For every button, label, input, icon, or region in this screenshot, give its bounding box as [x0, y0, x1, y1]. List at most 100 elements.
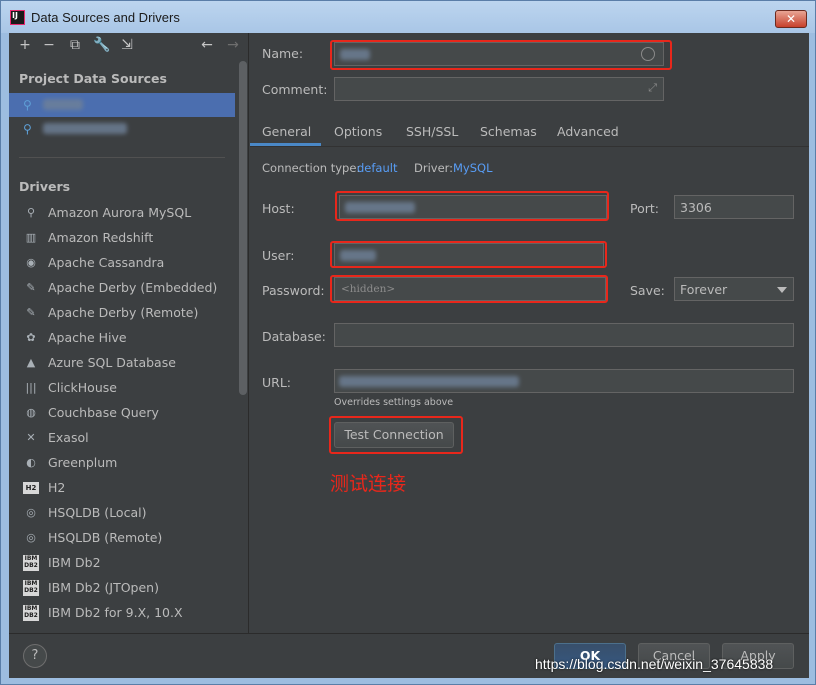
highlight-box — [330, 40, 672, 70]
driver-label: Exasol — [48, 430, 89, 445]
save-value: Forever — [680, 282, 728, 297]
mysql-icon: ⚲ — [23, 98, 32, 112]
mysql-icon: ⚲ — [23, 122, 32, 136]
highlight-box — [330, 275, 608, 303]
password-label: Password: — [262, 283, 325, 298]
driver-link[interactable]: MySQL — [453, 161, 493, 175]
cassandra-icon: ◉ — [26, 256, 36, 269]
driver-label: IBM Db2 for 9.X, 10.X — [48, 605, 183, 620]
port-field[interactable]: 3306 — [674, 195, 794, 219]
driver-item[interactable]: ▲ Azure SQL Database — [9, 351, 235, 376]
data-source-item[interactable]: ⚲ — [9, 117, 235, 141]
highlight-box — [335, 191, 609, 221]
driver-label: Greenplum — [48, 455, 118, 470]
data-sources-pane: + − ⧉ 🔧 ⇲ ← → Project Data Sources ⚲ ⚲ D… — [9, 33, 249, 633]
driver-item[interactable]: ◐ Greenplum — [9, 451, 235, 476]
h2-icon: H2 — [23, 482, 39, 494]
clickhouse-icon: ||| — [25, 381, 37, 394]
database-label: Database: — [262, 329, 326, 344]
redacted-name — [43, 123, 127, 134]
connection-type-link[interactable]: default — [357, 161, 397, 175]
driver-item[interactable]: ◎ HSQLDB (Local) — [9, 501, 235, 526]
expand-icon[interactable]: ⤢ — [648, 81, 657, 95]
url-field[interactable] — [334, 369, 794, 393]
driver-label: Amazon Aurora MySQL — [48, 205, 192, 220]
driver-item[interactable]: IBM DB2 IBM Db2 for 9.X, 10.X — [9, 601, 235, 626]
driver-item[interactable]: ||| ClickHouse — [9, 376, 235, 401]
tab-ssh-ssl[interactable]: SSH/SSL — [406, 124, 458, 139]
intellij-app-icon — [10, 10, 25, 25]
drivers-title: Drivers — [19, 179, 71, 194]
settings-tabs: General Options SSH/SSL Schemas Advanced — [250, 117, 809, 147]
save-dropdown[interactable]: Forever — [674, 277, 794, 301]
chevron-down-icon — [777, 287, 787, 293]
driver-label: Azure SQL Database — [48, 355, 176, 370]
host-label: Host: — [262, 201, 295, 216]
driver-item[interactable]: IBM DB2 IBM Db2 (JTOpen) — [9, 576, 235, 601]
driver-label: Amazon Redshift — [48, 230, 154, 245]
url-label: URL: — [262, 375, 292, 390]
database-field[interactable] — [334, 323, 794, 347]
back-arrow-icon[interactable]: ← — [199, 37, 215, 53]
forward-arrow-icon[interactable]: → — [225, 37, 241, 53]
aurora-icon: ⚲ — [26, 206, 36, 219]
scrollbar[interactable] — [239, 61, 247, 395]
overrides-note: Overrides settings above — [334, 397, 454, 408]
driver-label: IBM Db2 — [48, 555, 101, 570]
driver-item[interactable]: ✎ Apache Derby (Remote) — [9, 301, 235, 326]
port-value: 3306 — [680, 200, 712, 215]
redacted-name — [43, 99, 83, 110]
driver-item[interactable]: ✎ Apache Derby (Embedded) — [9, 276, 235, 301]
dialog-window: Data Sources and Drivers ✕ + − ⧉ 🔧 ⇲ ← →… — [0, 0, 816, 685]
wrench-icon[interactable]: 🔧 — [93, 37, 110, 53]
watermark: https://blog.csdn.net/weixin_37645838 — [535, 656, 774, 672]
import-icon[interactable]: ⇲ — [119, 37, 135, 53]
help-button[interactable]: ? — [23, 644, 47, 668]
annotation-text: 测试连接 — [330, 473, 407, 495]
greenplum-icon: ◐ — [26, 456, 36, 469]
project-data-sources-title: Project Data Sources — [19, 71, 167, 86]
title-bar: Data Sources and Drivers ✕ — [1, 1, 815, 33]
window-close-button[interactable]: ✕ — [775, 10, 807, 28]
driver-item[interactable]: ◎ HSQLDB (Remote) — [9, 526, 235, 551]
driver-item[interactable]: ✿ Apache Hive — [9, 326, 235, 351]
tab-options[interactable]: Options — [334, 124, 382, 139]
hsqldb-icon: ◎ — [26, 531, 36, 544]
copy-icon[interactable]: ⧉ — [67, 37, 83, 53]
driver-label: ClickHouse — [48, 380, 117, 395]
driver-label: HSQLDB (Local) — [48, 505, 147, 520]
driver-item[interactable]: IBM DB2 IBM Db2 — [9, 551, 235, 576]
dialog-body: + − ⧉ 🔧 ⇲ ← → Project Data Sources ⚲ ⚲ D… — [9, 33, 809, 678]
active-tab-indicator — [250, 143, 321, 146]
driver-item[interactable]: ✕ Exasol — [9, 426, 235, 451]
comment-field[interactable]: ⤢ — [334, 77, 664, 101]
azure-icon: ▲ — [26, 356, 36, 369]
tab-schemas[interactable]: Schemas — [480, 124, 537, 139]
divider — [19, 157, 225, 158]
port-label: Port: — [630, 201, 659, 216]
highlight-box — [329, 416, 463, 454]
plus-icon[interactable]: + — [17, 37, 33, 53]
driver-label: Couchbase Query — [48, 405, 159, 420]
data-sources-toolbar: + − ⧉ 🔧 ⇲ ← → — [9, 33, 249, 59]
comment-label: Comment: — [262, 82, 328, 97]
driver-item[interactable]: H2 H2 — [9, 476, 235, 501]
minus-icon[interactable]: − — [41, 37, 57, 53]
driver-label: Driver: — [414, 161, 454, 175]
driver-item[interactable]: ◍ Couchbase Query — [9, 401, 235, 426]
driver-item[interactable]: ◉ Apache Cassandra — [9, 251, 235, 276]
derby-icon: ✎ — [26, 306, 36, 319]
window-title: Data Sources and Drivers — [31, 10, 180, 25]
driver-label: IBM Db2 (JTOpen) — [48, 580, 159, 595]
driver-label: Apache Derby (Remote) — [48, 305, 199, 320]
tab-general[interactable]: General — [262, 124, 311, 139]
exasol-icon: ✕ — [26, 431, 36, 444]
db2-icon: IBM DB2 — [23, 605, 39, 621]
data-source-item-selected[interactable]: ⚲ — [9, 93, 235, 117]
driver-item[interactable]: ▥ Amazon Redshift — [9, 226, 235, 251]
driver-item[interactable]: ⚲ Amazon Aurora MySQL — [9, 201, 235, 226]
data-source-settings: Name: Comment: ⤢ General Options SSH/SSL… — [250, 33, 809, 633]
driver-label: Apache Cassandra — [48, 255, 165, 270]
tab-advanced[interactable]: Advanced — [557, 124, 619, 139]
name-label: Name: — [262, 46, 304, 61]
